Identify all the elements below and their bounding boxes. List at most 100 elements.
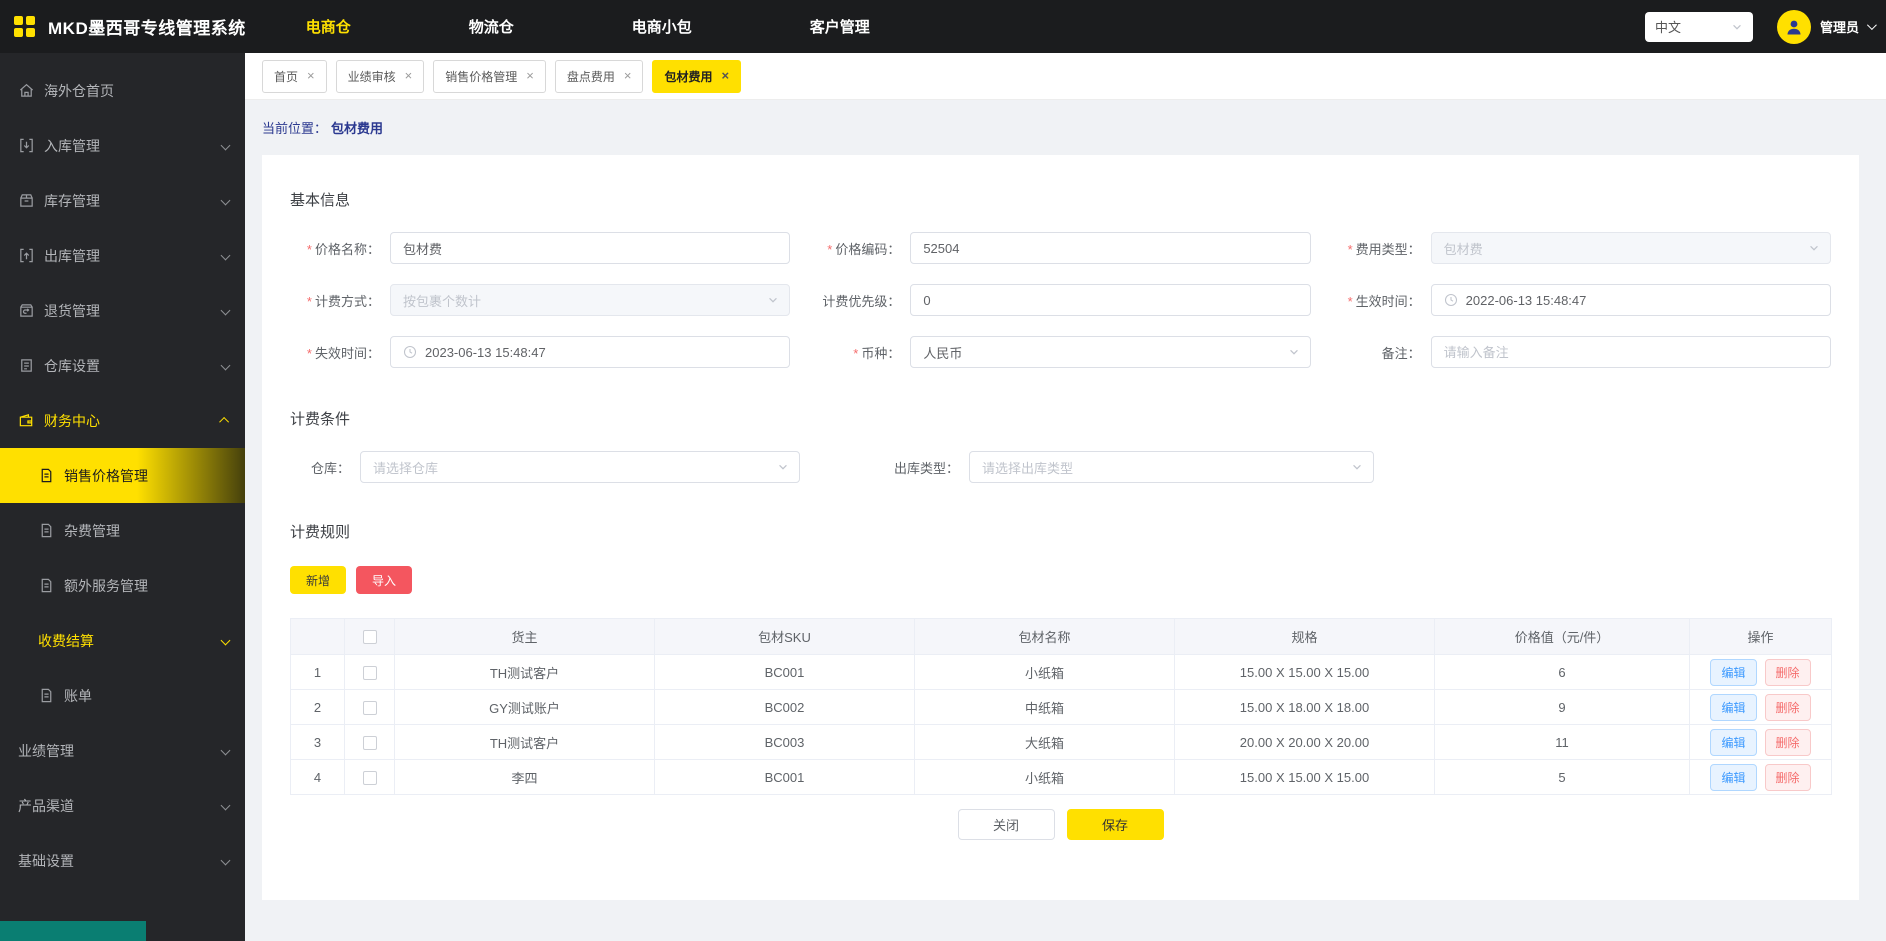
tab-close-icon[interactable]: ×: [526, 71, 534, 81]
sidebar-item-sales-price-management[interactable]: 销售价格管理: [0, 448, 245, 503]
cell-checkbox: [345, 725, 395, 760]
delete-button[interactable]: 删除: [1765, 694, 1811, 721]
cell-actions: 编辑删除: [1690, 690, 1832, 725]
tab-label: 业绩审核: [348, 68, 396, 85]
sidebar-item-performance-management[interactable]: 业绩管理: [0, 723, 245, 778]
required-asterisk: *: [307, 242, 312, 257]
sidebar-item-warehouse-settings[interactable]: 仓库设置: [0, 338, 245, 393]
edit-button[interactable]: 编辑: [1710, 694, 1756, 721]
expiry-time-input[interactable]: 2023-06-13 15:48:47: [390, 336, 790, 368]
avatar[interactable]: [1777, 10, 1811, 44]
billing-priority-input[interactable]: [910, 284, 1310, 316]
row-checkbox[interactable]: [363, 701, 377, 715]
sidebar-item-bills[interactable]: 账单: [0, 668, 245, 723]
username[interactable]: 管理员: [1820, 17, 1859, 36]
tab-close-icon[interactable]: ×: [405, 71, 413, 81]
header-material-name: 包材名称: [915, 619, 1175, 655]
cell-material-name: 小纸箱: [915, 655, 1175, 690]
sidebar-item-inventory-management[interactable]: 库存管理: [0, 173, 245, 228]
apps-grid-icon[interactable]: [14, 16, 35, 37]
price-code-label: *价格编码：: [810, 239, 910, 258]
cell-spec: 20.00 X 20.00 X 20.00: [1175, 725, 1435, 760]
currency-select[interactable]: 人民币: [910, 336, 1310, 368]
tab-home[interactable]: 首页 ×: [262, 60, 327, 93]
outbound-type-label: 出库类型：: [847, 458, 969, 477]
tab-packing-material-fee[interactable]: 包材费用 ×: [652, 60, 741, 93]
chevron-down-icon: [221, 361, 231, 371]
sidebar-item-inbound-management[interactable]: 入库管理: [0, 118, 245, 173]
sidebar-item-basic-settings[interactable]: 基础设置: [0, 833, 245, 888]
delete-button[interactable]: 删除: [1765, 729, 1811, 756]
edit-button[interactable]: 编辑: [1710, 764, 1756, 791]
row-checkbox[interactable]: [363, 771, 377, 785]
tab-sales-price-management[interactable]: 销售价格管理 ×: [433, 60, 546, 93]
price-code-input[interactable]: [910, 232, 1310, 264]
sidebar-item-finance-center[interactable]: 财务中心: [0, 393, 245, 448]
price-name-input[interactable]: [390, 232, 790, 264]
tab-close-icon[interactable]: ×: [307, 71, 315, 81]
sidebar-item-fee-settlement[interactable]: 收费结算: [0, 613, 245, 668]
delete-button[interactable]: 删除: [1765, 764, 1811, 791]
document-icon: [38, 577, 55, 594]
language-select[interactable]: 中文: [1645, 12, 1753, 42]
tab-inventory-fee[interactable]: 盘点费用 ×: [555, 60, 644, 93]
chevron-down-icon: [767, 294, 779, 306]
required-asterisk: *: [307, 294, 312, 309]
sidebar-item-outbound-management[interactable]: 出库管理: [0, 228, 245, 283]
sidebar: 海外仓首页 入库管理 库存管理 出库管理 退货管理 仓库设置: [0, 53, 245, 941]
currency-value: 人民币: [923, 343, 1287, 362]
import-button[interactable]: 导入: [356, 566, 412, 594]
billing-method-label: *计费方式：: [290, 291, 390, 310]
document-icon: [38, 687, 55, 704]
sidebar-item-returns-management[interactable]: 退货管理: [0, 283, 245, 338]
clipboard-icon: [18, 357, 35, 374]
sidebar-item-overseas-home[interactable]: 海外仓首页: [0, 63, 245, 118]
cell-owner: GY测试账户: [395, 690, 655, 725]
tab-close-icon[interactable]: ×: [721, 71, 729, 81]
sidebar-item-product-channels[interactable]: 产品渠道: [0, 778, 245, 833]
section-title-billing-rules: 计费规则: [290, 521, 1831, 542]
chevron-down-icon: [221, 636, 231, 646]
currency-label: *币种：: [810, 343, 910, 362]
fee-type-select[interactable]: 包材费: [1431, 232, 1831, 264]
sidebar-item-extra-service-management[interactable]: 额外服务管理: [0, 558, 245, 613]
outbound-type-select[interactable]: 请选择出库类型: [969, 451, 1374, 483]
tab-close-icon[interactable]: ×: [624, 71, 632, 81]
tab-label: 销售价格管理: [445, 68, 517, 85]
cell-owner: 李四: [395, 760, 655, 795]
select-all-checkbox[interactable]: [363, 630, 377, 644]
topnav-ecommerce-warehouse[interactable]: 电商仓: [306, 16, 351, 37]
add-rule-button[interactable]: 新增: [290, 566, 346, 594]
effective-time-input[interactable]: 2022-06-13 15:48:47: [1431, 284, 1831, 316]
clock-icon: [1444, 293, 1458, 307]
cell-price: 5: [1435, 760, 1690, 795]
chevron-down-icon: [221, 856, 231, 866]
billing-rules-table: 货主 包材SKU 包材名称 规格 价格值（元/件） 操作 1 TH测试客户: [290, 618, 1832, 795]
language-value: 中文: [1655, 17, 1681, 36]
section-title-basic-info: 基本信息: [290, 155, 1831, 210]
row-checkbox[interactable]: [363, 666, 377, 680]
row-checkbox[interactable]: [363, 736, 377, 750]
cell-index: 3: [291, 725, 345, 760]
edit-button[interactable]: 编辑: [1710, 729, 1756, 756]
edit-button[interactable]: 编辑: [1710, 659, 1756, 686]
delete-button[interactable]: 删除: [1765, 659, 1811, 686]
topnav-ecommerce-parcel[interactable]: 电商小包: [632, 16, 692, 37]
billing-method-select[interactable]: 按包裹个数计: [390, 284, 790, 316]
document-icon: [38, 467, 55, 484]
fee-type-value: 包材费: [1444, 239, 1808, 258]
close-button[interactable]: 关闭: [958, 809, 1055, 840]
required-asterisk: *: [307, 346, 312, 361]
topnav-customer-management[interactable]: 客户管理: [810, 16, 870, 37]
sidebar-item-misc-fee-management[interactable]: 杂费管理: [0, 503, 245, 558]
remark-input[interactable]: [1431, 336, 1831, 368]
tab-bar: 首页 × 业绩审核 × 销售价格管理 × 盘点费用 × 包材费用 ×: [245, 53, 1886, 100]
topnav-logistics-warehouse[interactable]: 物流仓: [469, 16, 514, 37]
save-button[interactable]: 保存: [1067, 809, 1164, 840]
tab-performance-audit[interactable]: 业绩审核 ×: [336, 60, 425, 93]
outbound-type-placeholder: 请选择出库类型: [982, 458, 1351, 477]
header-price: 价格值（元/件）: [1435, 619, 1690, 655]
warehouse-select[interactable]: 请选择仓库: [360, 451, 800, 483]
cell-spec: 15.00 X 15.00 X 15.00: [1175, 760, 1435, 795]
tab-label: 盘点费用: [567, 68, 615, 85]
